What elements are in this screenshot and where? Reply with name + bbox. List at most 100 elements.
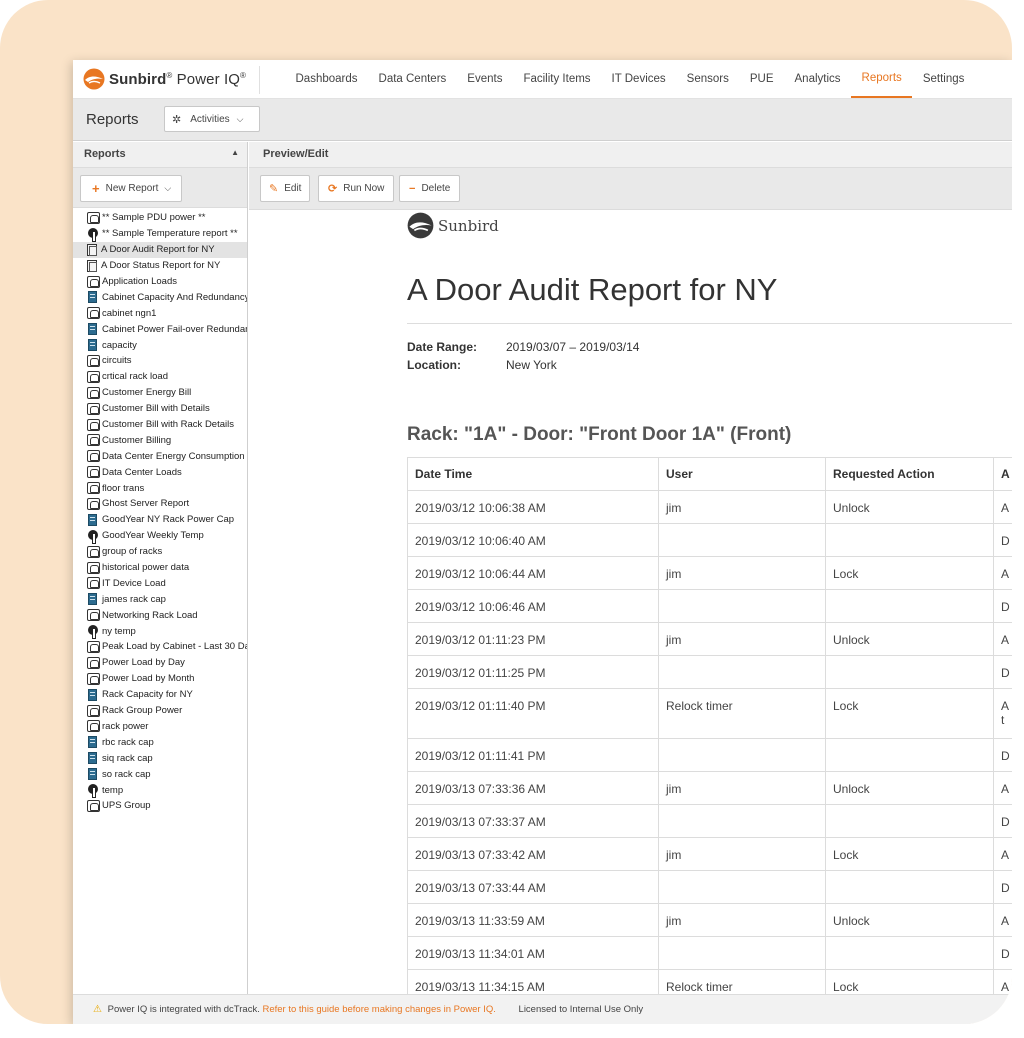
reports-panel-toolbar: + New Report ⌵ <box>73 168 247 208</box>
report-list-item[interactable]: cabinet ngn1 <box>73 305 247 321</box>
edit-label: Edit <box>284 183 302 194</box>
chevron-down-icon: ⌵ <box>236 113 244 124</box>
report-list-item[interactable]: Cabinet Power Fail-over Redundancy <box>73 321 247 337</box>
outlet-icon <box>87 466 100 479</box>
nav-item-events[interactable]: Events <box>457 60 513 99</box>
report-list-item[interactable]: Rack Group Power <box>73 703 247 719</box>
report-list-item[interactable]: circuits <box>73 353 247 369</box>
report-list-item[interactable]: capacity <box>73 337 247 353</box>
cell-requested-action <box>825 870 994 904</box>
new-report-button[interactable]: + New Report ⌵ <box>80 175 182 202</box>
nav-item-it-devices[interactable]: IT Devices <box>601 60 676 99</box>
cell-date-time: 2019/03/12 01:11:40 PM <box>407 688 659 739</box>
report-list-item[interactable]: floor trans <box>73 480 247 496</box>
report-list-item-label: crtical rack load <box>102 371 168 383</box>
report-list-item[interactable]: Power Load by Day <box>73 655 247 671</box>
outlet-icon <box>87 545 100 558</box>
report-list-item[interactable]: rbc rack cap <box>73 734 247 750</box>
footer-guide-link[interactable]: Refer to this guide before making change… <box>262 1004 495 1015</box>
edit-button[interactable]: ✎ Edit <box>260 175 311 202</box>
report-list-item-label: james rack cap <box>102 593 166 605</box>
outlet-icon <box>87 402 100 415</box>
report-list-item[interactable]: Rack Capacity for NY <box>73 687 247 703</box>
outlet-icon <box>87 275 100 288</box>
rack-icon <box>88 752 97 765</box>
report-list-item-label: Customer Billing <box>102 434 172 446</box>
date-range-value: 2019/03/07 – 2019/03/14 <box>506 340 640 354</box>
delete-button[interactable]: − Delete <box>399 175 461 202</box>
report-list: ** Sample PDU power ** ** Sample Temperat… <box>73 208 247 814</box>
nav-item-analytics[interactable]: Analytics <box>784 60 851 99</box>
report-list-item[interactable]: A Door Status Report for NY <box>73 258 247 274</box>
report-list-item[interactable]: Networking Rack Load <box>73 607 247 623</box>
report-list-item[interactable]: ** Sample PDU power ** <box>73 210 247 226</box>
cell-requested-action: Lock <box>825 556 994 590</box>
activities-dropdown[interactable]: ✲ Activities ⌵ <box>164 106 260 132</box>
report-list-item[interactable]: rack power <box>73 719 247 735</box>
cell-user: jim <box>658 556 826 590</box>
pencil-icon: ✎ <box>269 183 279 195</box>
nav-item-facility-items[interactable]: Facility Items <box>513 60 601 99</box>
run-now-button[interactable]: ⟳ Run Now <box>318 175 395 202</box>
report-list-item[interactable]: siq rack cap <box>73 750 247 766</box>
nav-item-sensors[interactable]: Sensors <box>676 60 739 99</box>
report-list-item[interactable]: ny temp <box>73 623 247 640</box>
report-list-item[interactable]: Data Center Loads <box>73 464 247 480</box>
outlet-icon <box>87 672 100 685</box>
report-list-item[interactable]: group of racks <box>73 544 247 560</box>
report-list-item[interactable]: james rack cap <box>73 591 247 607</box>
outlet-icon <box>87 656 100 669</box>
report-list-item[interactable]: Data Center Energy Consumption <box>73 448 247 464</box>
app-logo[interactable]: Sunbird® Power IQ® <box>83 68 246 90</box>
report-list-item[interactable]: Cabinet Capacity And Redundancy <box>73 289 247 305</box>
table-row: 2019/03/12 01:11:25 PM D <box>407 655 1012 689</box>
nav-item-settings[interactable]: Settings <box>912 60 975 99</box>
report-list-item[interactable]: Ghost Server Report <box>73 496 247 512</box>
nav-item-dashboards[interactable]: Dashboards <box>285 60 368 99</box>
report-list-item[interactable]: Customer Bill with Details <box>73 401 247 417</box>
date-range-row: Date Range: 2019/03/07 – 2019/03/14 <box>407 340 639 354</box>
report-list-item[interactable]: so rack cap <box>73 766 247 782</box>
report-list-item[interactable]: ** Sample Temperature report ** <box>73 226 247 242</box>
cell-user <box>658 936 826 970</box>
report-list-item-label: group of racks <box>102 546 163 558</box>
report-list-item[interactable]: Power Load by Month <box>73 671 247 687</box>
report-list-item-label: UPS Group <box>102 800 151 812</box>
nav-item-reports[interactable]: Reports <box>851 60 913 98</box>
report-list-item[interactable]: GoodYear NY Rack Power Cap <box>73 512 247 528</box>
report-list-item[interactable]: Customer Billing <box>73 432 247 448</box>
cell-user: jim <box>658 903 826 937</box>
cell-truncated: D <box>993 870 1012 904</box>
cell-date-time: 2019/03/13 11:34:01 AM <box>407 936 659 970</box>
report-list-item[interactable]: A Door Audit Report for NY <box>73 241 247 258</box>
report-list-item[interactable]: crtical rack load <box>73 369 247 385</box>
cell-user <box>658 870 826 904</box>
table-row: 2019/03/13 07:33:37 AM D <box>407 804 1012 838</box>
nav-item-pue[interactable]: PUE <box>739 60 784 99</box>
report-list-item-label: rack power <box>102 720 149 732</box>
cell-truncated: D <box>993 589 1012 623</box>
report-list-item[interactable]: Customer Bill with Rack Details <box>73 417 247 433</box>
table-header-row: Date Time User Requested Action A <box>407 457 1012 491</box>
top-navigation-bar: Sunbird® Power IQ® Dashboards Data Center… <box>73 60 1012 99</box>
outlet-icon <box>87 211 100 224</box>
report-list-item[interactable]: UPS Group <box>73 798 247 814</box>
report-list-item[interactable]: IT Device Load <box>73 575 247 591</box>
report-list-item[interactable]: GoodYear Weekly Temp <box>73 528 247 544</box>
nav-item-data-centers[interactable]: Data Centers <box>368 60 457 99</box>
cell-truncated: A <box>993 556 1012 590</box>
report-list-item[interactable]: historical power data <box>73 560 247 576</box>
report-list-item[interactable]: temp <box>73 782 247 798</box>
cell-user <box>658 655 826 689</box>
cell-requested-action: Lock <box>825 837 994 871</box>
collapse-up-icon[interactable]: ▲ <box>231 148 239 157</box>
report-list-item[interactable]: Peak Load by Cabinet - Last 30 Days <box>73 639 247 655</box>
main-nav: Dashboards Data Centers Events Facility Ite… <box>285 60 975 99</box>
report-list-item[interactable]: Application Loads <box>73 274 247 290</box>
cell-requested-action: Unlock <box>825 903 994 937</box>
cell-date-time: 2019/03/13 11:34:15 AM <box>407 969 659 994</box>
cell-requested-action: Lock <box>825 969 994 994</box>
cell-date-time: 2019/03/12 01:11:25 PM <box>407 655 659 689</box>
report-list-item[interactable]: Customer Energy Bill <box>73 385 247 401</box>
cell-requested-action <box>825 589 994 623</box>
